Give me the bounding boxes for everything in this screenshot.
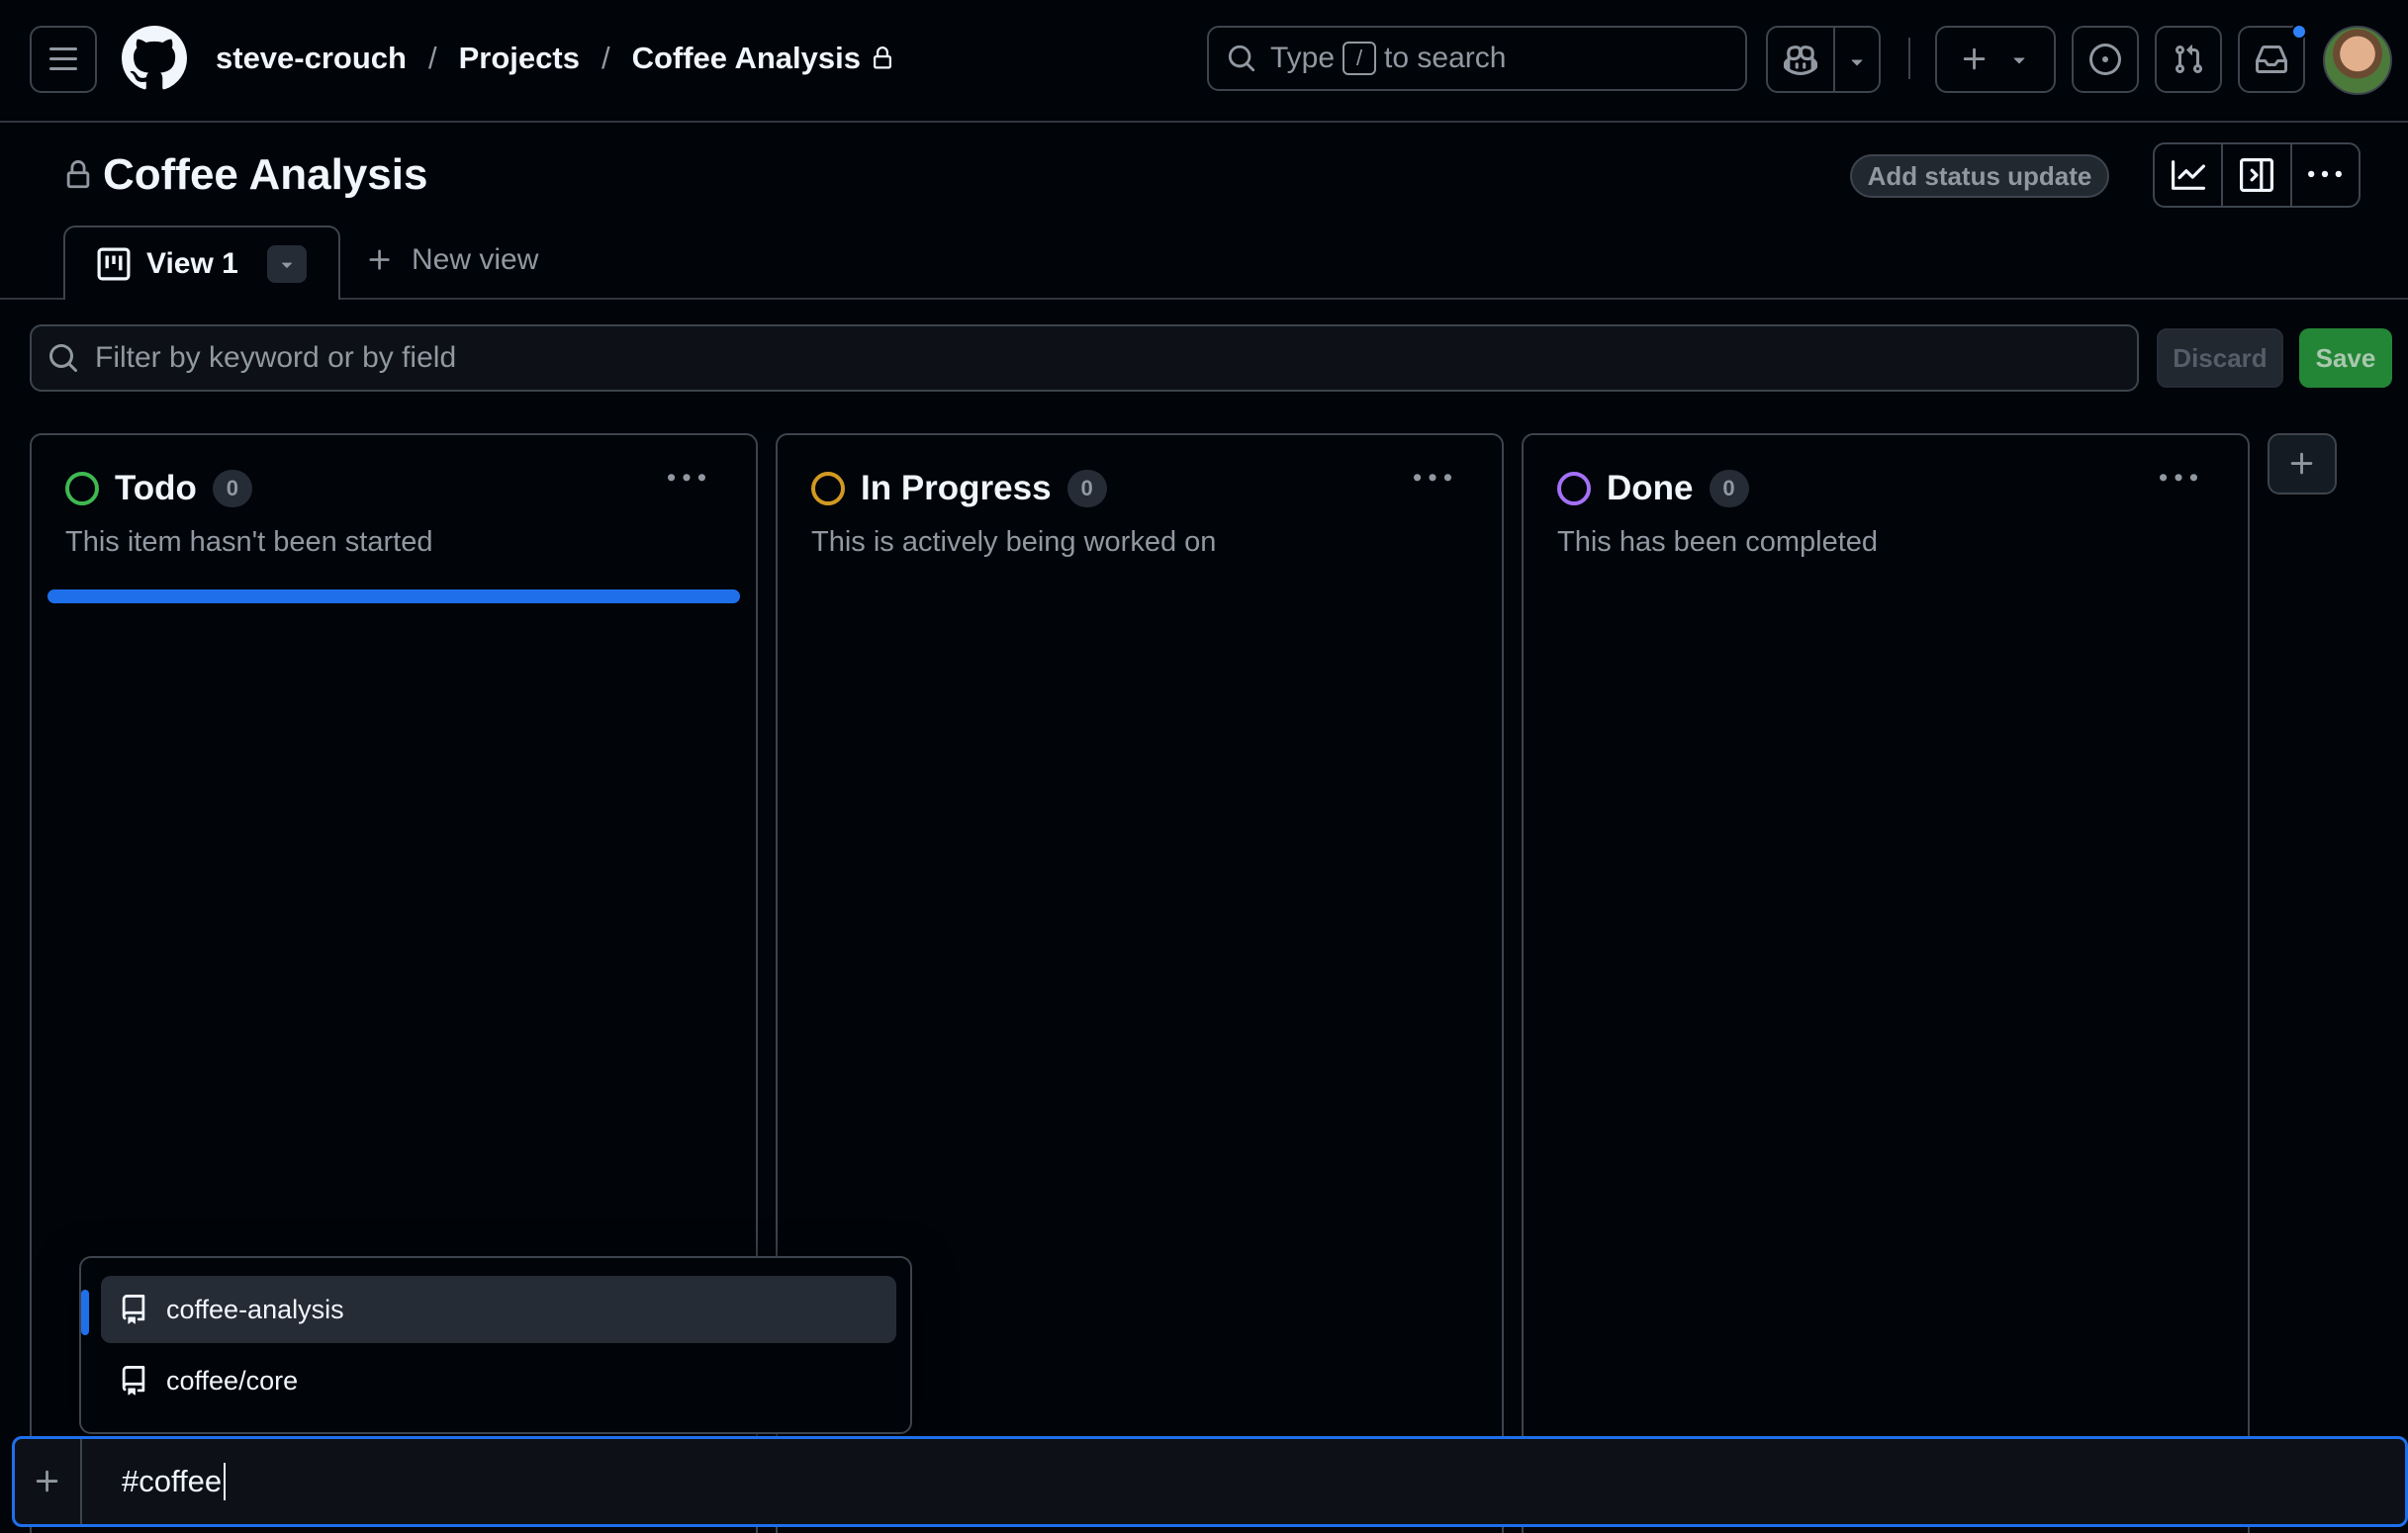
pull-requests-button[interactable] [2155,26,2222,93]
breadcrumb-projects[interactable]: Projects [459,41,580,76]
filter-placeholder: Filter by keyword or by field [95,341,457,374]
plus-icon [2290,452,2313,475]
search-text-before: Type [1270,42,1336,74]
column-count-badge: 0 [212,470,252,507]
user-avatar[interactable] [2323,26,2392,95]
breadcrumb-owner[interactable]: steve-crouch [216,41,407,76]
repo-icon [122,1295,145,1324]
column-menu-button[interactable] [1407,459,1458,498]
github-logo[interactable] [121,26,187,91]
header-divider [1908,38,1910,79]
status-circle-icon [65,472,99,505]
board-view-icon [97,247,131,280]
drop-target-indicator [47,589,740,603]
add-item-value-wrap: #coffee [122,1463,227,1500]
insights-button[interactable] [2155,144,2224,206]
create-new-button[interactable] [1935,26,2056,93]
suggestion-label: coffee/core [166,1365,299,1396]
column-menu-button[interactable] [2153,459,2204,498]
project-title-text: Coffee Analysis [103,150,428,199]
column-header: Done 0 [1557,469,1749,508]
add-item-value: #coffee [122,1464,223,1498]
search-icon [49,344,78,373]
new-view-button[interactable]: New view [366,243,538,277]
save-button[interactable]: Save [2299,328,2392,388]
tabs-divider [0,298,2408,300]
issue-opened-icon [2089,44,2121,75]
breadcrumb-separator: / [427,41,437,75]
repo-icon [122,1366,145,1396]
breadcrumb-separator: / [601,41,610,75]
filter-input[interactable]: Filter by keyword or by field [30,324,2139,392]
lock-icon [871,45,894,71]
column-description: This is actively being worked on [811,526,1217,558]
kebab-horizontal-icon [668,474,705,482]
column-header: In Progress 0 [811,469,1107,508]
plus-icon [369,249,390,270]
inbox-icon [2256,45,2287,73]
status-circle-icon [1557,472,1591,505]
plus-icon [36,1470,58,1492]
column-title: In Progress [861,469,1052,507]
more-options-button[interactable] [2292,144,2359,206]
breadcrumb: steve-crouch / Projects / Coffee Analysi… [216,34,894,83]
kebab-horizontal-icon [2308,170,2343,178]
repository-suggestions: coffee-analysis coffee/core [79,1256,912,1434]
global-search-input[interactable]: Type / to search [1207,26,1747,91]
status-circle-icon [811,472,845,505]
column-description: This item hasn't been started [65,526,433,558]
column-count-badge: 0 [1709,470,1749,507]
hamburger-icon [49,47,77,70]
copilot-icon [1784,45,1817,75]
tab-label: View 1 [146,246,238,280]
selection-indicator [81,1290,89,1335]
add-status-update-button[interactable]: Add status update [1850,154,2109,198]
column-header: Todo 0 [65,469,252,508]
git-pull-request-icon [2175,45,2203,74]
page-title: Coffee Analysis [63,150,427,200]
tab-view-1[interactable]: View 1 [63,225,340,300]
column-count-badge: 0 [1066,470,1107,507]
graph-icon [2171,160,2205,190]
issues-button[interactable] [2072,26,2139,93]
column-menu-button[interactable] [661,459,712,498]
copilot-divider [1833,28,1835,91]
sidebar-expand-icon [2239,158,2273,192]
suggestion-item[interactable]: coffee-analysis [101,1276,896,1343]
project-board-page: steve-crouch / Projects / Coffee Analysi… [0,0,2408,1533]
triangle-down-icon [281,262,293,268]
board-column-done: Done 0 This has been completed [1522,433,2250,1533]
suggestion-item[interactable]: coffee/core [101,1347,896,1414]
side-panel-button[interactable] [2223,144,2292,206]
column-title: Done [1607,469,1694,507]
lock-icon [63,158,93,192]
github-mark-icon [121,26,187,90]
project-toolbar [2153,142,2361,208]
text-caret [224,1463,227,1500]
copilot-button[interactable] [1766,26,1881,93]
plus-icon [1963,47,1986,70]
new-view-label: New view [412,243,539,276]
menu-button[interactable] [30,26,97,93]
add-column-button[interactable] [2268,433,2337,495]
view-options-dropdown[interactable] [267,245,307,283]
add-item-button[interactable] [15,1439,82,1524]
suggestion-label: coffee-analysis [166,1294,344,1324]
chevron-down-icon [1851,59,1863,66]
column-title: Todo [115,469,197,507]
search-shortcut-key: / [1343,42,1377,75]
kebab-horizontal-icon [2160,474,2197,482]
notification-indicator [2291,24,2307,40]
breadcrumb-project[interactable]: Coffee Analysis [632,41,861,76]
discard-button[interactable]: Discard [2157,328,2283,388]
search-icon [1228,45,1255,72]
column-description: This has been completed [1557,526,1879,558]
add-item-input[interactable]: #coffee [12,1436,2408,1527]
global-header: steve-crouch / Projects / Coffee Analysi… [0,0,2408,123]
chevron-down-icon [2013,57,2025,64]
search-text-after: to search [1384,42,1507,74]
kebab-horizontal-icon [1414,474,1451,482]
